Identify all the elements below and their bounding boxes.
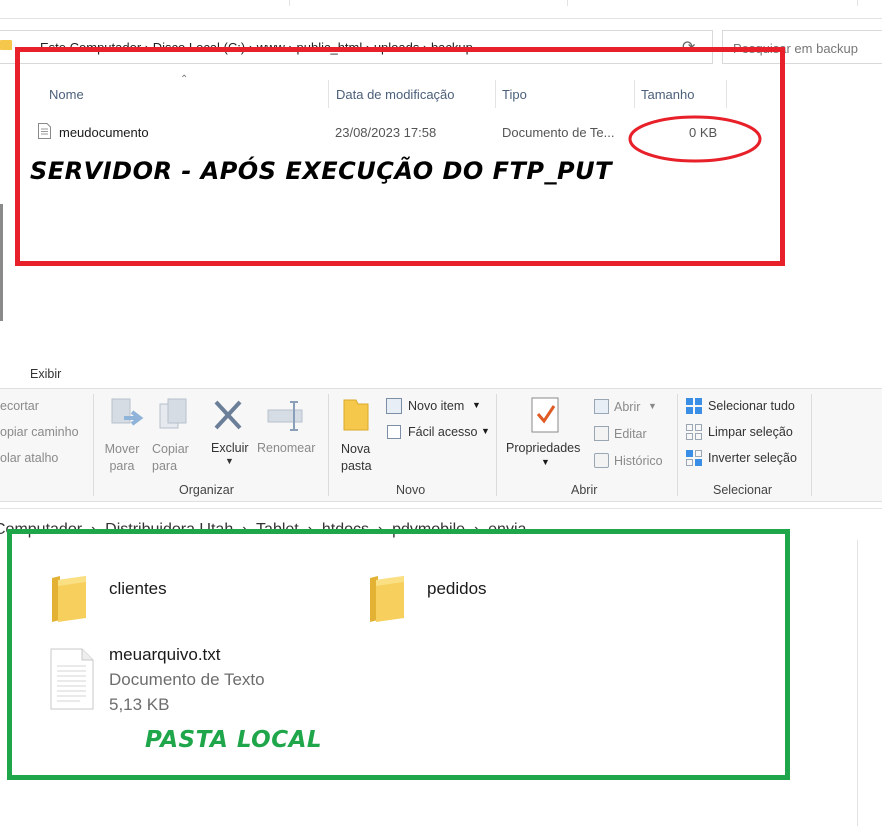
server-annotation: SERVIDOR - APÓS EXECUÇÃO DO FTP_PUT	[30, 157, 612, 185]
delete-button[interactable]: Excluir ▼	[208, 396, 254, 476]
folder-icon	[343, 399, 369, 431]
easy-access-icon	[387, 425, 401, 439]
new-folder-button[interactable]: Nova pasta	[336, 396, 380, 476]
properties-label: Propriedades	[506, 441, 581, 455]
tab-exibir[interactable]: Exibir	[30, 367, 61, 381]
open-label: Abrir	[614, 400, 641, 414]
select-all-label: Selecionar tudo	[708, 399, 795, 413]
edit-label: Editar	[614, 427, 647, 441]
select-all-button[interactable]: Selecionar tudo	[686, 397, 806, 417]
rename-icon	[267, 401, 303, 431]
select-none-label: Limpar seleção	[708, 425, 793, 439]
new-item-button[interactable]: Novo item ▼	[386, 397, 496, 417]
copy-path-button[interactable]: opiar caminho	[0, 425, 79, 439]
delete-label: Excluir	[211, 441, 249, 455]
move-icon	[111, 398, 144, 426]
open-icon	[594, 399, 609, 414]
invert-selection-button[interactable]: Inverter seleção	[686, 449, 810, 469]
new-folder-label: Nova pasta	[341, 442, 372, 473]
group-selecionar: Selecionar	[713, 483, 773, 497]
red-ellipse-annotation	[628, 115, 762, 163]
easy-access-button[interactable]: Fácil acesso ▼	[386, 423, 496, 443]
history-icon	[594, 453, 609, 468]
paste-shortcut-button[interactable]: olar atalho	[0, 451, 58, 465]
rename-label: Renomear	[257, 441, 316, 455]
group-abrir: Abrir	[571, 483, 598, 497]
open-button[interactable]: Abrir ▼	[594, 398, 664, 418]
properties-button[interactable]: Propriedades ▼	[504, 396, 588, 476]
history-button[interactable]: Histórico	[594, 452, 674, 472]
new-item-icon	[386, 398, 402, 414]
window-edge	[0, 204, 3, 321]
easy-access-label: Fácil acesso	[408, 425, 478, 439]
group-novo: Novo	[396, 483, 426, 497]
group-organizar: Organizar	[179, 483, 234, 497]
select-none-button[interactable]: Limpar seleção	[686, 423, 806, 443]
select-none-icon	[686, 424, 702, 440]
folder-icon	[0, 40, 12, 50]
edit-icon	[594, 426, 609, 441]
move-to-label: Mover para	[104, 442, 140, 473]
move-to-button[interactable]: Mover para	[100, 396, 146, 476]
copy-to-button[interactable]: Copiar para	[150, 396, 196, 476]
invert-selection-label: Inverter seleção	[708, 451, 797, 465]
copy-icon	[159, 398, 187, 429]
rename-button[interactable]: Renomear	[256, 396, 322, 476]
history-label: Histórico	[614, 454, 663, 468]
green-highlight-box	[7, 529, 790, 780]
edit-button[interactable]: Editar	[594, 425, 664, 445]
new-item-label: Novo item	[408, 399, 465, 413]
copy-to-label: Copiar para	[152, 442, 189, 473]
cut-button[interactable]: ecortar	[0, 399, 39, 413]
properties-icon	[531, 397, 559, 433]
select-all-icon	[686, 398, 702, 414]
close-icon	[214, 400, 242, 430]
invert-selection-icon	[686, 450, 702, 466]
